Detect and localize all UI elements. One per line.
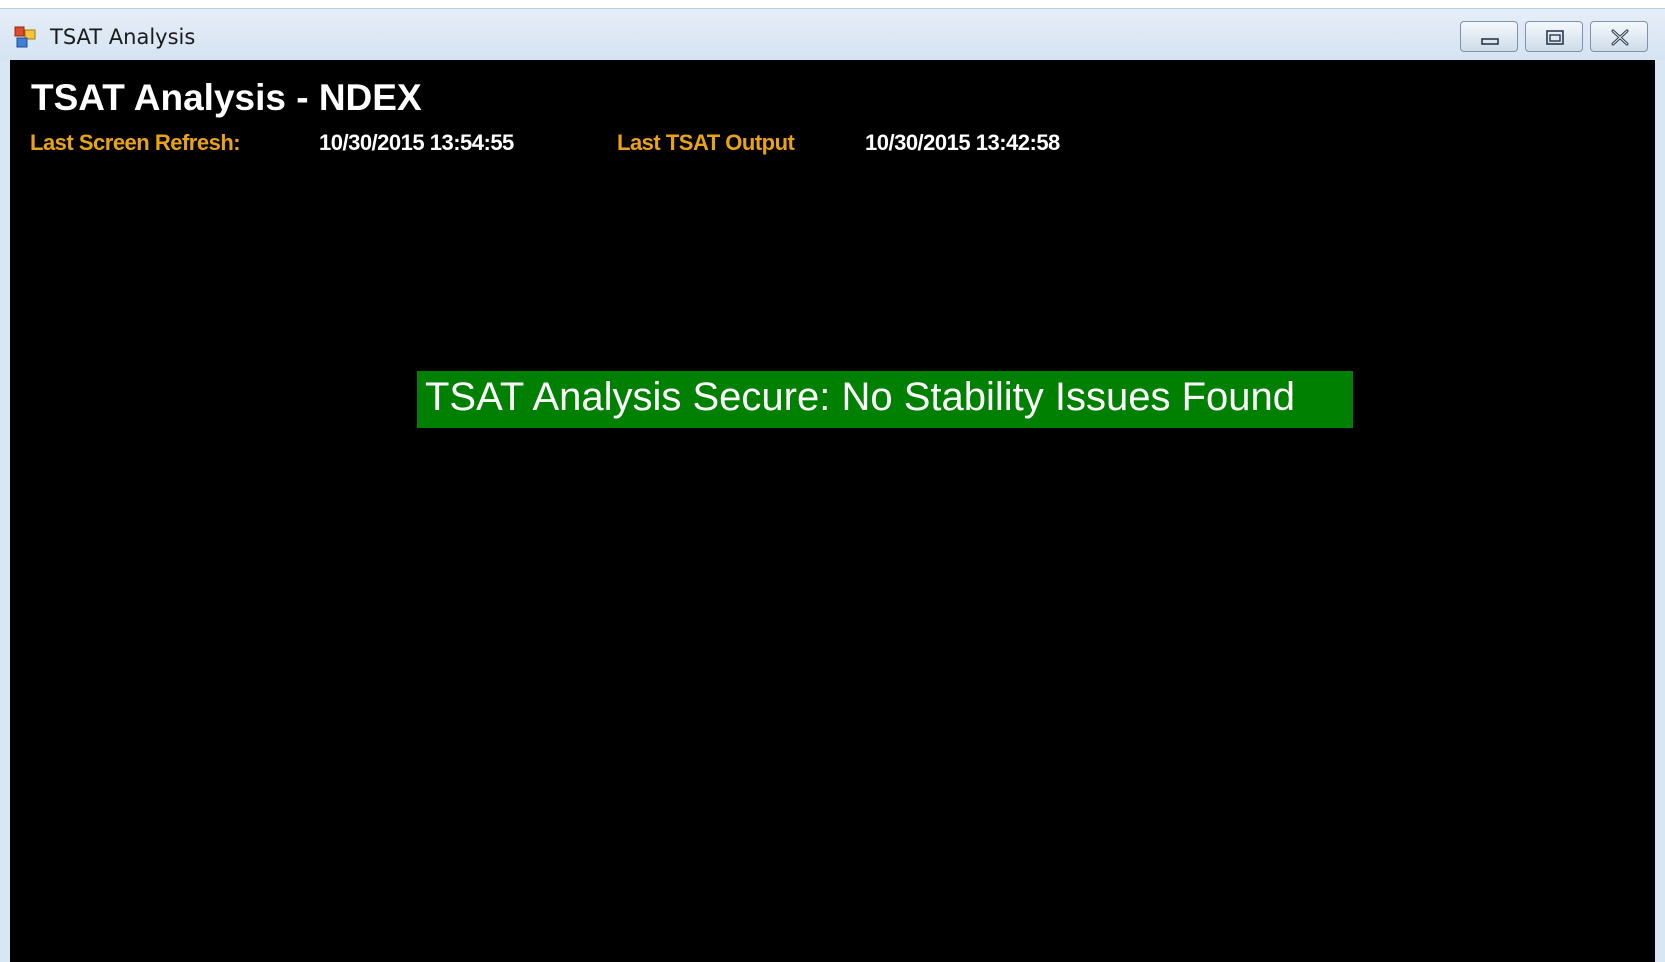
last-output-value: 10/30/2015 13:42:58 (865, 130, 1060, 155)
minimize-button[interactable] (1460, 21, 1518, 52)
last-refresh-value: 10/30/2015 13:54:55 (319, 130, 514, 155)
page-title: TSAT Analysis - NDEX (31, 77, 422, 118)
application-window: TSAT Analysis TSAT Analysis - NDEX Last … (0, 8, 1665, 962)
last-output-label: Last TSAT Output (617, 130, 795, 155)
maximize-button[interactable] (1525, 21, 1583, 52)
window-border (1655, 60, 1665, 962)
app-window-icon (14, 26, 36, 48)
title-bar[interactable]: TSAT Analysis (0, 9, 1665, 61)
window-title: TSAT Analysis (50, 25, 196, 49)
status-banner: TSAT Analysis Secure: No Stability Issue… (417, 371, 1353, 428)
close-button[interactable] (1590, 21, 1648, 52)
main-panel: TSAT Analysis - NDEX Last Screen Refresh… (10, 60, 1655, 962)
last-refresh-label: Last Screen Refresh: (30, 130, 241, 155)
